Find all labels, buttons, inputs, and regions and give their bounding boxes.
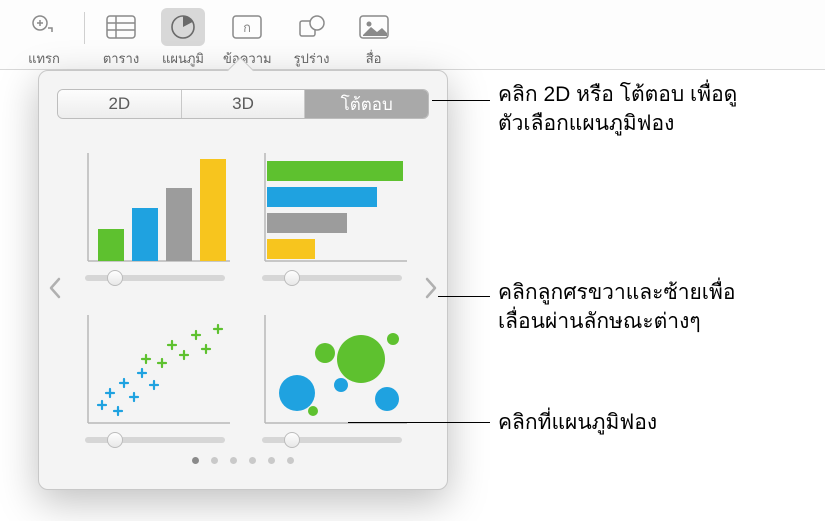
insert-icon (22, 8, 66, 46)
callout-1-line2: ตัวเลือกแผนภูมิฟอง (498, 112, 674, 135)
text-icon: ก (225, 8, 269, 46)
chart-option-bar[interactable] (250, 133, 413, 281)
page-dot-2[interactable] (211, 457, 218, 464)
chevron-right-icon (424, 277, 438, 299)
tool-chart-label: แผนภูมิ (162, 48, 204, 69)
column-chart-slider[interactable] (85, 275, 225, 281)
shape-icon (290, 8, 334, 46)
callout-2-line2: เลื่อนผ่านลักษณะต่างๆ (498, 310, 701, 333)
next-style-arrow[interactable] (419, 268, 443, 308)
scatter-chart-slider[interactable] (85, 437, 225, 443)
bar-chart-thumb (257, 153, 407, 265)
scatter-chart-thumb (80, 315, 230, 427)
tool-media-label: สื่อ (366, 48, 382, 69)
column-chart-thumb (80, 153, 230, 265)
bubble-chart-slider[interactable] (262, 437, 402, 443)
tool-table-label: ตาราง (103, 48, 139, 69)
help-callouts: คลิก 2D หรือ โต้ตอบ เพื่อดู ตัวเลือกแผนภ… (448, 0, 818, 521)
page-dot-5[interactable] (268, 457, 275, 464)
chevron-left-icon (48, 277, 62, 299)
callout-line-2 (438, 296, 490, 297)
page-dot-3[interactable] (230, 457, 237, 464)
callout-line-3 (348, 422, 490, 423)
callout-line-1 (432, 100, 490, 101)
tool-text[interactable]: ก ข้อความ (223, 8, 272, 69)
chart-option-scatter[interactable] (73, 295, 236, 443)
table-icon (99, 8, 143, 46)
tool-media[interactable]: สื่อ (352, 8, 396, 69)
tool-table[interactable]: ตาราง (99, 8, 143, 69)
bubble-chart-thumb (257, 315, 407, 427)
svg-text:ก: ก (243, 20, 251, 35)
tool-insert[interactable]: แทรก (22, 8, 66, 69)
tool-insert-label: แทรก (28, 48, 60, 69)
chart-popover: 2D 3D โต้ตอบ (38, 70, 448, 490)
chart-style-grid (39, 133, 447, 443)
style-page-dots[interactable] (39, 457, 447, 464)
toolbar-divider (84, 12, 85, 44)
callout-2-line1: คลิกลูกศรขวาและซ้ายเพื่อ (498, 281, 735, 304)
tool-shape-label: รูปร่าง (294, 48, 330, 69)
page-dot-1[interactable] (192, 457, 199, 464)
prev-style-arrow[interactable] (43, 268, 67, 308)
segment-3d[interactable]: 3D (182, 90, 306, 118)
callout-1-line1: คลิก 2D หรือ โต้ตอบ เพื่อดู (498, 83, 737, 106)
chart-icon (161, 8, 205, 46)
segment-interactive[interactable]: โต้ตอบ (305, 90, 428, 118)
media-icon (352, 8, 396, 46)
tool-shape[interactable]: รูปร่าง (290, 8, 334, 69)
bar-chart-slider[interactable] (262, 275, 402, 281)
chart-option-column[interactable] (73, 133, 236, 281)
chart-option-bubble[interactable] (250, 295, 413, 443)
page-dot-4[interactable] (249, 457, 256, 464)
segment-2d[interactable]: 2D (58, 90, 182, 118)
callout-1: คลิก 2D หรือ โต้ตอบ เพื่อดู ตัวเลือกแผนภ… (498, 80, 737, 139)
page-dot-6[interactable] (287, 457, 294, 464)
tool-chart[interactable]: แผนภูมิ (161, 8, 205, 69)
callout-2: คลิกลูกศรขวาและซ้ายเพื่อ เลื่อนผ่านลักษณ… (498, 278, 735, 337)
chart-dimension-segments: 2D 3D โต้ตอบ (57, 89, 429, 119)
callout-3: คลิกที่แผนภูมิฟอง (498, 408, 657, 437)
